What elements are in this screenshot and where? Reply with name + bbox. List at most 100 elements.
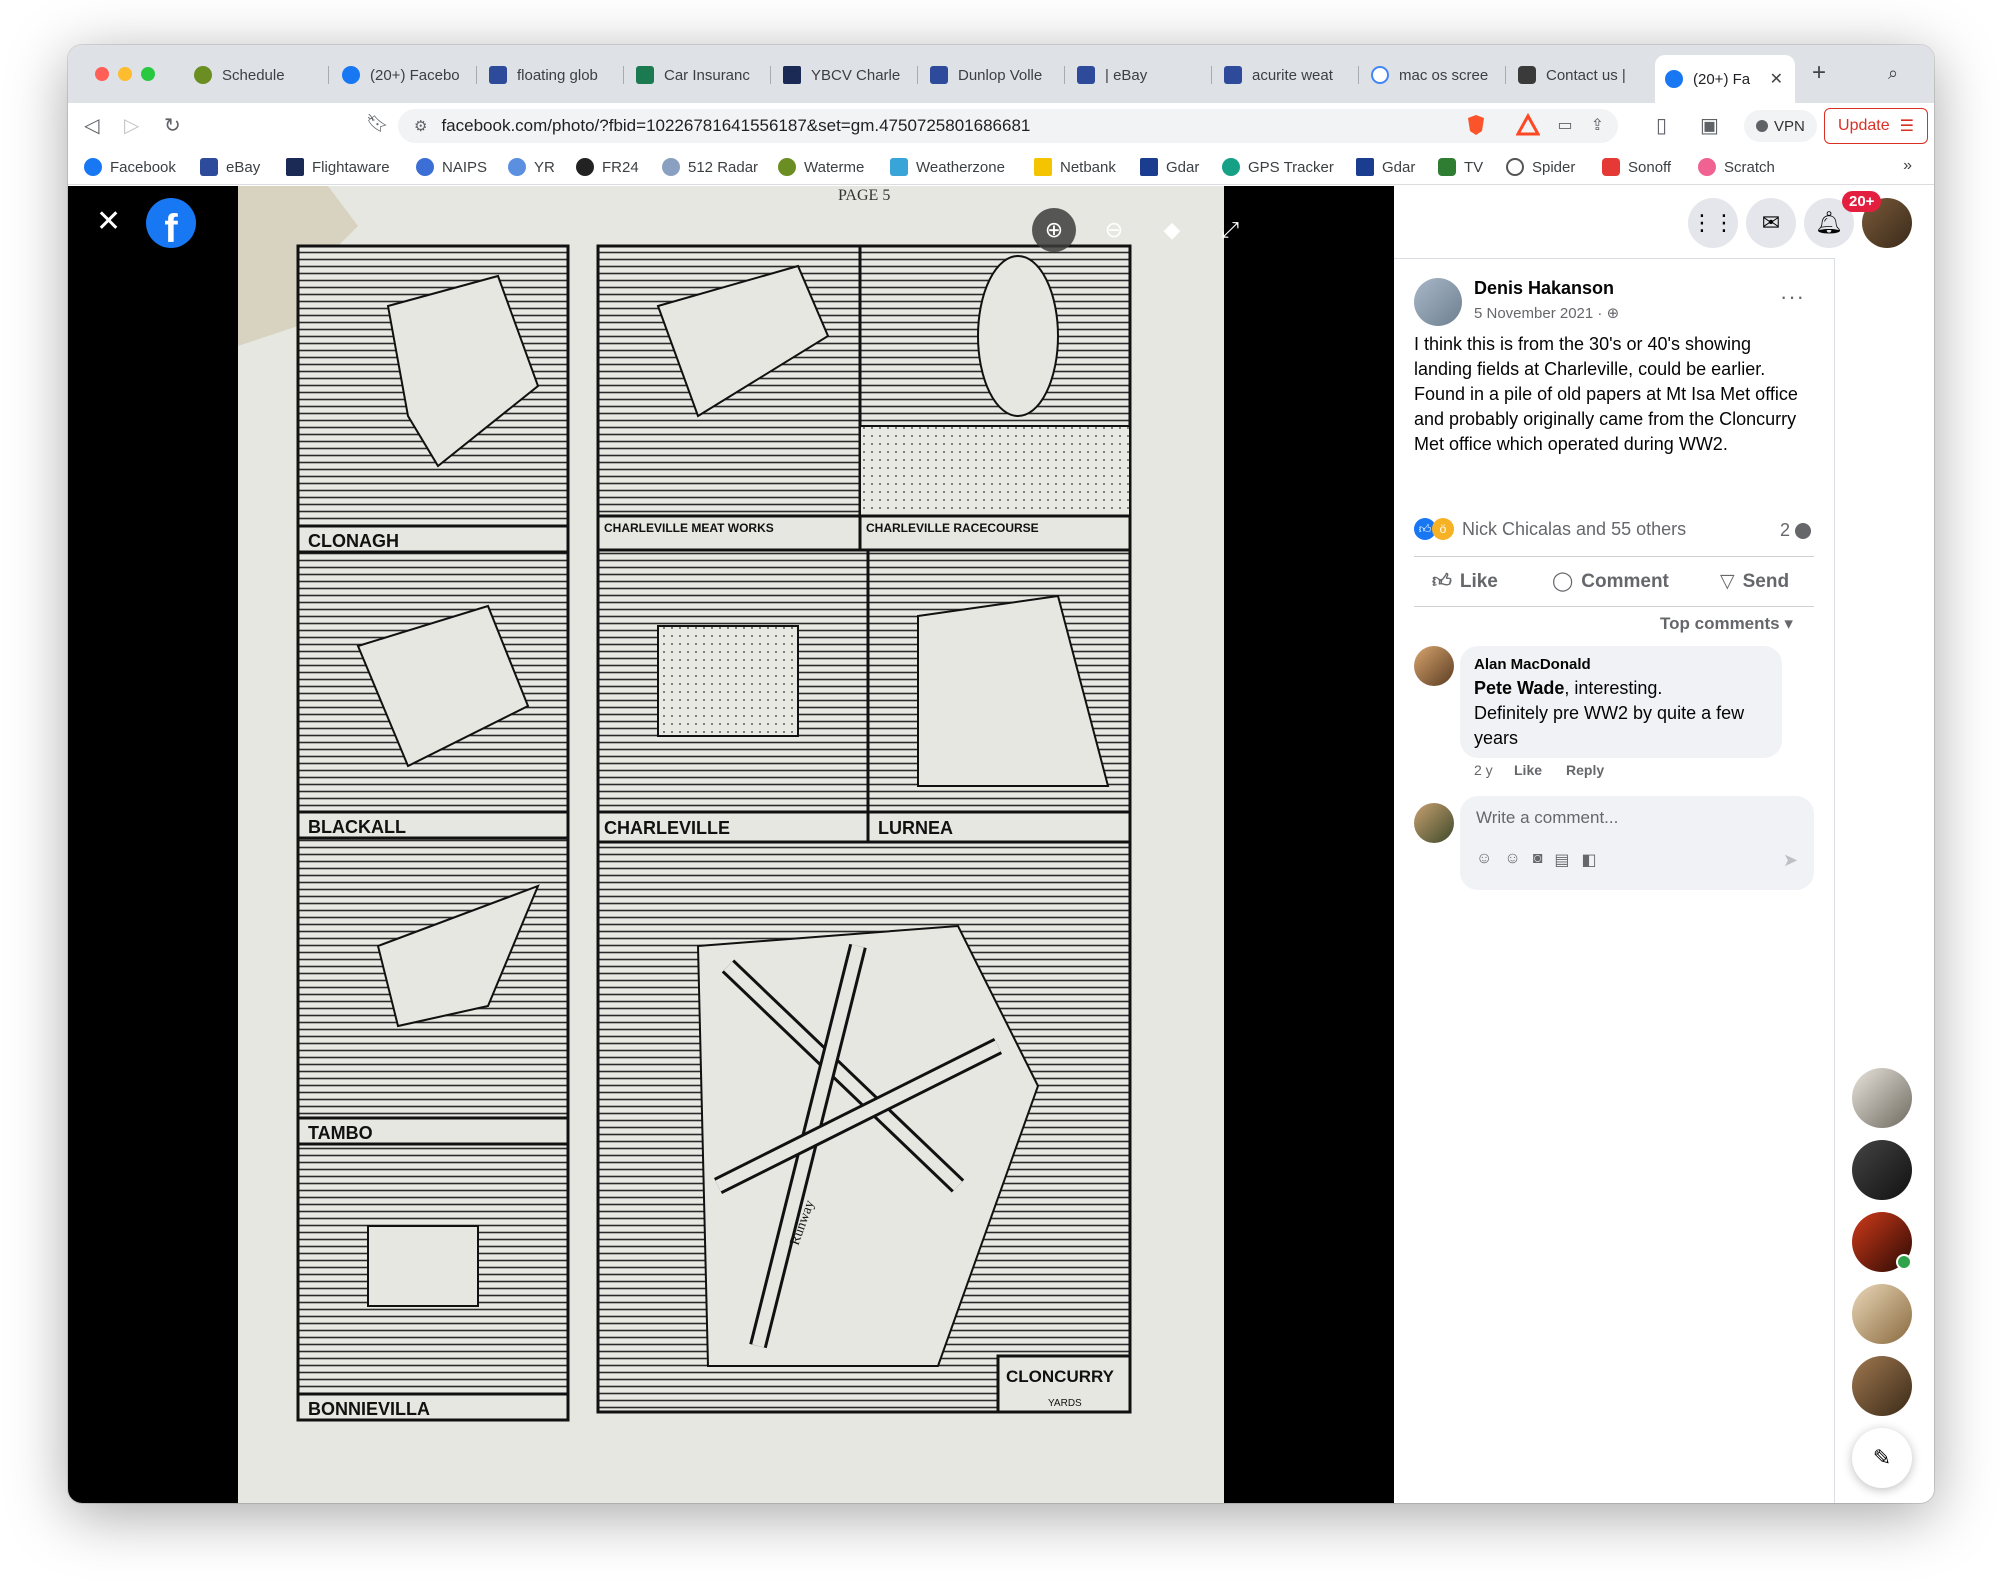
bookmark-gps-tracker[interactable]: GPS Tracker (1222, 158, 1334, 176)
mention-link[interactable]: Pete Wade (1474, 678, 1564, 698)
comment-reply-link[interactable]: Reply (1566, 762, 1604, 778)
tab-contact-us[interactable]: Contact us | (1508, 57, 1653, 93)
tab-car-insurance[interactable]: Car Insuranc (626, 57, 771, 93)
zoom-window-button[interactable] (141, 67, 155, 81)
landing-fields-map: PAGE 5 CLONAGH BLACKALL TAMBO BONNIEVILL… (238, 186, 1224, 1503)
compose-icon: ✎ (1872, 1445, 1892, 1470)
new-message-button[interactable]: ✎ (1852, 1428, 1912, 1488)
map-title-cloncurry: CLONCURRY (1006, 1367, 1115, 1386)
zoom-in-icon[interactable]: ⊕ (1032, 208, 1076, 252)
bookmark-yr[interactable]: YR (508, 158, 555, 176)
comment-like-link[interactable]: Like (1514, 762, 1542, 778)
address-bar[interactable]: ⚙︎ facebook.com/photo/?fbid=102267816415… (398, 109, 1618, 143)
brave-shield-icon[interactable] (1464, 113, 1488, 137)
write-comment-input[interactable]: Write a comment... (1476, 808, 1618, 828)
my-avatar[interactable] (1414, 803, 1454, 843)
tab-ebay[interactable]: | eBay (1067, 57, 1212, 93)
brave-rewards-icon[interactable] (1515, 112, 1541, 137)
netbank-icon (1034, 158, 1052, 176)
tab-facebook-active[interactable]: (20+) Fa ✕ (1655, 55, 1795, 103)
tag-icon[interactable]: ◆ (1150, 208, 1194, 252)
post-options-icon[interactable]: ··· (1780, 284, 1805, 310)
post-date[interactable]: 5 November 2021 · ⊕ (1474, 304, 1619, 322)
back-button[interactable]: ◁ (84, 113, 99, 138)
author-avatar[interactable] (1414, 278, 1462, 326)
emoji-icon[interactable]: ☺ (1504, 850, 1520, 870)
close-viewer-icon[interactable]: ✕ (96, 204, 121, 239)
contact-avatar[interactable] (1852, 1140, 1912, 1200)
bookmark-fr24[interactable]: FR24 (576, 158, 639, 176)
post-author[interactable]: Denis Hakanson (1474, 278, 1614, 299)
send-button[interactable]: ▽ Send (1720, 570, 1789, 593)
tab-dunlop[interactable]: Dunlop Volle (920, 57, 1065, 93)
tab-ybcv[interactable]: YBCV Charle (773, 57, 918, 93)
menu-grid-icon[interactable]: ⋮⋮ (1688, 198, 1738, 248)
forward-button[interactable]: ▷ (124, 113, 139, 138)
comment-author[interactable]: Alan MacDonald (1474, 656, 1768, 673)
bookmark-tv[interactable]: TV (1438, 158, 1483, 176)
globe-icon (778, 158, 796, 176)
contact-avatar[interactable] (1852, 1068, 1912, 1128)
tab-search-icon[interactable]: ⌕ (1888, 63, 1898, 84)
sidebar-toggle-icon[interactable]: ▯ (1656, 113, 1667, 138)
sticker-icon[interactable]: ◧ (1581, 850, 1596, 870)
bookmark-icon[interactable]: 🔖︎ (366, 113, 389, 134)
tab-acurite[interactable]: acurite weat (1214, 57, 1359, 93)
tab-schedule[interactable]: Schedule (184, 57, 329, 93)
bookmark-512-radar[interactable]: 512 Radar (662, 158, 758, 176)
url-text[interactable]: facebook.com/photo/?fbid=102267816415561… (441, 116, 1030, 136)
bookmarks-overflow-icon[interactable]: » (1903, 157, 1912, 175)
bookmark-sonoff[interactable]: Sonoff (1602, 158, 1671, 176)
facebook-logo-icon[interactable]: f (146, 198, 196, 248)
map-title-clonagh: CLONAGH (308, 531, 399, 551)
cast-icon[interactable]: ▭ (1557, 115, 1572, 135)
bookmark-gdar-2[interactable]: Gdar (1356, 158, 1415, 176)
gif-icon[interactable]: ▤ (1554, 850, 1569, 870)
zoom-out-icon[interactable]: ⊖ (1092, 208, 1136, 252)
bookmark-scratch[interactable]: Scratch (1698, 158, 1775, 176)
contact-avatar[interactable] (1852, 1356, 1912, 1416)
vpn-button[interactable]: VPN (1744, 110, 1817, 142)
tab-facebook[interactable]: (20+) Facebo (332, 57, 477, 93)
bookmark-flightaware[interactable]: Flightaware (286, 158, 390, 176)
write-comment-box[interactable]: Write a comment... ☺ ☺ ◙ ▤ ◧ ➤ (1460, 796, 1814, 890)
bookmark-weatherzone[interactable]: Weatherzone (890, 158, 1005, 176)
bookmark-spider[interactable]: Spider (1506, 158, 1575, 176)
comment-count[interactable]: 2 (1780, 520, 1812, 541)
wallet-icon[interactable]: ▣ (1700, 113, 1719, 138)
top-comments-dropdown[interactable]: Top comments ▾ (1660, 614, 1793, 634)
public-audience-icon: ⊕ (1606, 305, 1620, 322)
map-title-bonnievilla: BONNIEVILLA (308, 1399, 430, 1419)
tab-mac-os[interactable]: mac os scree (1361, 57, 1506, 93)
messenger-icon[interactable]: ✉︎ (1746, 198, 1796, 248)
share-icon[interactable]: ⇪ (1591, 115, 1604, 135)
send-icon: ▽ (1720, 571, 1735, 592)
send-comment-icon[interactable]: ➤ (1783, 850, 1798, 871)
site-settings-icon[interactable]: ⚙︎ (414, 117, 427, 135)
contact-avatar[interactable] (1852, 1284, 1912, 1344)
close-tab-icon[interactable]: ✕ (1770, 69, 1783, 89)
minimize-window-button[interactable] (118, 67, 132, 81)
reactions-summary[interactable]: 👍︎ ö Nick Chicalas and 55 others (1414, 518, 1686, 540)
close-window-button[interactable] (95, 67, 109, 81)
comment-button[interactable]: ◯ Comment (1552, 570, 1669, 593)
avatar-sticker-icon[interactable]: ☺ (1476, 850, 1492, 870)
commenter-avatar[interactable] (1414, 646, 1454, 686)
reload-button[interactable]: ↻ (164, 113, 181, 138)
post-text: I think this is from the 30's or 40's sh… (1414, 334, 1798, 454)
bookmark-facebook[interactable]: Facebook (84, 158, 176, 176)
bookmark-ebay[interactable]: eBay (200, 158, 260, 176)
map-title-racecourse: CHARLEVILLE RACECOURSE (866, 521, 1039, 535)
bookmark-naips[interactable]: NAIPS (416, 158, 487, 176)
update-button[interactable]: Update ☰ (1824, 108, 1928, 144)
bookmark-gdar[interactable]: Gdar (1140, 158, 1199, 176)
fullscreen-icon[interactable]: ⤢ (1208, 208, 1252, 252)
like-button[interactable]: 👍︎ Like (1432, 570, 1498, 593)
bookmark-waterme[interactable]: Waterme (778, 158, 864, 176)
bookmark-netbank[interactable]: Netbank (1034, 158, 1116, 176)
camera-icon[interactable]: ◙ (1533, 850, 1543, 870)
photo[interactable]: PAGE 5 CLONAGH BLACKALL TAMBO BONNIEVILL… (238, 186, 1224, 1503)
map-title-charleville: CHARLEVILLE (604, 818, 730, 838)
new-tab-button[interactable]: + (1812, 59, 1826, 87)
tab-floating-globe[interactable]: floating glob (479, 57, 624, 93)
